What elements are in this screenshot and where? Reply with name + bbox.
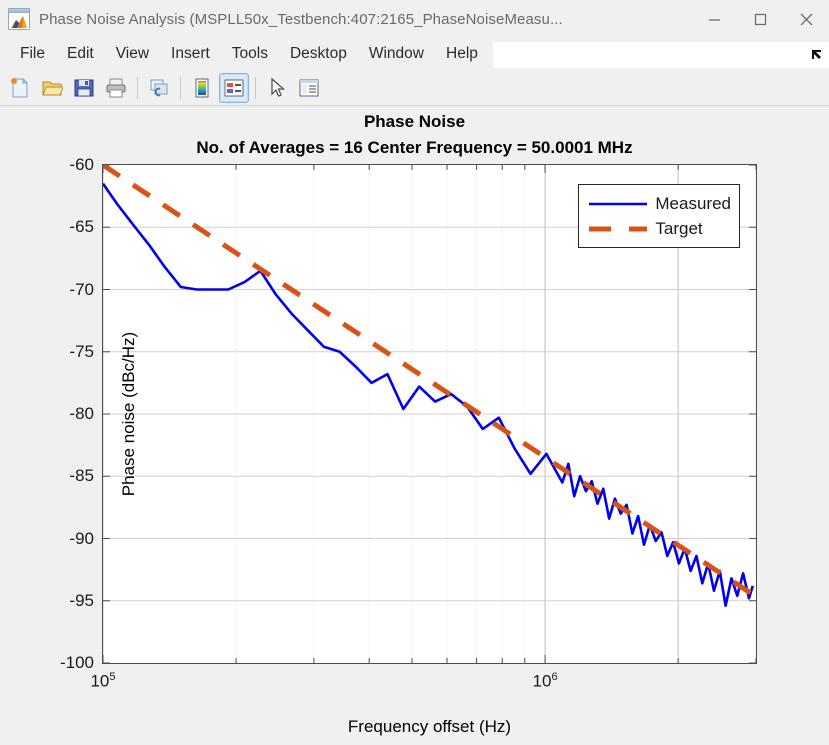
y-tick-label: -75 [69, 341, 94, 361]
y-tick-label: -95 [69, 590, 94, 610]
figure-window: Phase Noise Analysis (MSPLL50x_Testbench… [0, 0, 829, 745]
window-title: Phase Noise Analysis (MSPLL50x_Testbench… [39, 10, 563, 28]
y-tick-label: -80 [69, 404, 94, 423]
maximize-button[interactable] [737, 0, 783, 38]
link-plot-button[interactable] [144, 73, 174, 103]
window-controls [691, 0, 829, 38]
title-bar: Phase Noise Analysis (MSPLL50x_Testbench… [0, 0, 829, 38]
y-tick-label: -65 [69, 217, 94, 237]
new-figure-button[interactable] [5, 73, 35, 103]
toolbar-separator [180, 77, 181, 99]
y-tick-label: -60 [69, 155, 94, 174]
x-tick-label: 105 [90, 671, 116, 691]
print-figure-button[interactable] [101, 73, 131, 103]
dock-arrow-icon[interactable] [809, 47, 825, 63]
menu-item-desktop[interactable]: Desktop [279, 42, 358, 67]
y-axis-label: Phase noise (dBc/Hz) [119, 331, 139, 497]
open-file-button[interactable] [37, 73, 67, 103]
figure-canvas: Phase Noise No. of Averages = 16 Center … [0, 106, 829, 745]
y-tick-label: -70 [69, 279, 94, 299]
close-button[interactable] [783, 0, 829, 38]
y-tick-label: -85 [69, 466, 94, 486]
menu-item-tools[interactable]: Tools [221, 42, 279, 67]
insert-colorbar-button[interactable] [187, 73, 217, 103]
legend-label-target: Target [655, 218, 703, 238]
legend-key-measured [587, 196, 649, 212]
save-figure-button[interactable] [69, 73, 99, 103]
toolbar-separator [137, 77, 138, 99]
insert-legend-button[interactable] [219, 73, 249, 103]
legend-entry-measured: Measured [587, 191, 731, 216]
menu-item-edit[interactable]: Edit [56, 42, 105, 67]
menu-item-insert[interactable]: Insert [160, 42, 221, 67]
legend-label-measured: Measured [655, 193, 731, 213]
chart-subtitle: No. of Averages = 16 Center Frequency = … [196, 138, 633, 157]
chart-title: Phase Noise [363, 112, 466, 131]
menu-bar-filler [492, 41, 829, 68]
matlab-membrane-icon [8, 8, 30, 30]
toolbar-separator [255, 77, 256, 99]
legend-entry-target: Target [587, 216, 731, 241]
menu-bar: File Edit View Insert Tools Desktop Wind… [0, 38, 829, 71]
legend-key-target [587, 221, 649, 237]
x-tick-label: 106 [532, 671, 558, 691]
minimize-button[interactable] [691, 0, 737, 38]
property-editor-button[interactable] [294, 73, 324, 103]
y-tick-label: -90 [69, 528, 94, 548]
menu-item-file[interactable]: File [9, 42, 56, 67]
chart-legend[interactable]: Measured Target [578, 184, 740, 248]
edit-plot-button[interactable] [262, 73, 292, 103]
plot-axes[interactable]: -60 -65 -70 -75 -80 -85 -90 -95 -100 105 106 Phas… [60, 155, 757, 736]
menu-item-view[interactable]: View [105, 42, 160, 67]
x-axis-label: Frequency offset (Hz) [347, 717, 512, 736]
menu-item-window[interactable]: Window [358, 42, 435, 67]
y-tick-label: -100 [59, 653, 94, 672]
menu-item-help[interactable]: Help [435, 42, 489, 67]
toolbar [0, 71, 829, 106]
